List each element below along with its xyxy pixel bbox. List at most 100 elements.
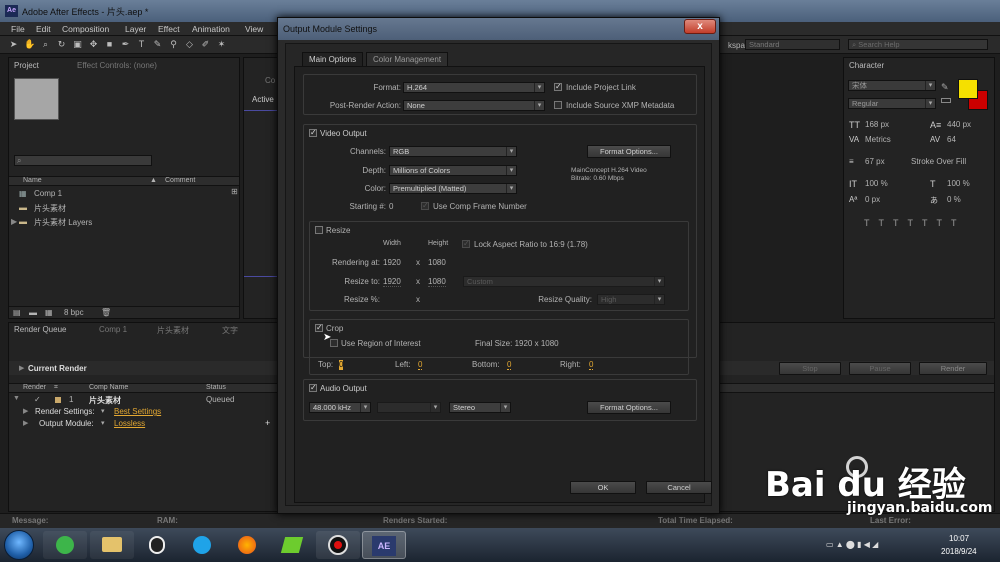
col-status[interactable]: Status <box>206 384 226 391</box>
video-output-checkbox[interactable]: ✓ <box>309 129 317 137</box>
clock-date[interactable]: 2018/9/24 <box>941 547 977 556</box>
project-search-input[interactable]: ⌕ <box>14 155 152 166</box>
roto-brush-tool-icon[interactable]: ✐ <box>200 39 211 50</box>
list-item[interactable]: ▬ 片头素材 <box>19 203 219 213</box>
crop-right-input[interactable]: 0 <box>589 360 594 370</box>
tray-icons[interactable]: ▭ ▲ ⬤ ▮ ◀ ◢ <box>826 540 878 549</box>
pan-behind-tool-icon[interactable]: ✥ <box>88 39 99 50</box>
crop-left-input[interactable]: 0 <box>418 360 423 370</box>
menu-animation[interactable]: Animation <box>192 24 230 34</box>
audio-rate-select[interactable]: 48.000 kHz ▾ <box>309 402 371 413</box>
crop-top-input[interactable]: 0 <box>339 360 344 370</box>
clock-time[interactable]: 10:07 <box>949 534 969 543</box>
include-project-link-checkbox[interactable]: ✓ <box>554 83 562 91</box>
stroke-width-value[interactable]: 67 px <box>865 157 885 166</box>
pause-button[interactable]: Pause <box>849 362 911 375</box>
resize-to-height[interactable]: 1080 <box>428 277 446 287</box>
leading-value[interactable]: 440 px <box>947 120 971 129</box>
post-render-select[interactable]: None ▾ <box>403 100 545 111</box>
render-settings-link[interactable]: Best Settings <box>114 407 161 416</box>
table-row[interactable]: ▼ ✓ 1 片头素材 Queued <box>9 395 279 405</box>
pen-tool-icon[interactable]: ✒ <box>120 39 131 50</box>
cancel-button[interactable]: Cancel <box>646 481 712 494</box>
taskbar-app-icon[interactable] <box>43 531 87 559</box>
bpc-label[interactable]: 8 bpc <box>64 308 84 317</box>
rotate-tool-icon[interactable]: ↻ <box>56 39 67 50</box>
mask-tool-icon[interactable]: ■ <box>104 39 115 50</box>
menu-composition[interactable]: Composition <box>62 24 109 34</box>
tab-comp-3[interactable]: 文字 <box>222 325 238 336</box>
taskbar-app-icon[interactable] <box>135 531 179 559</box>
taskbar-app-icon[interactable]: AE <box>362 531 406 559</box>
output-module-link[interactable]: Lossless <box>114 419 145 428</box>
taskbar-app-icon[interactable] <box>90 531 134 559</box>
new-comp-icon[interactable]: ▦ <box>45 308 53 317</box>
new-folder-icon[interactable]: ▬ <box>29 308 37 317</box>
tsume-value[interactable]: 0 % <box>947 195 961 204</box>
render-button[interactable]: Render <box>919 362 987 375</box>
format-select[interactable]: H.264 ▾ <box>403 82 545 93</box>
ok-button[interactable]: OK <box>570 481 636 494</box>
dropdown-icon[interactable]: ▾ <box>101 407 105 415</box>
col-name[interactable]: Name <box>23 177 42 184</box>
eraser-tool-icon[interactable]: ◇ <box>184 39 195 50</box>
tab-character[interactable]: Character <box>849 61 884 70</box>
tab-main-options[interactable]: Main Options <box>302 52 364 66</box>
taskbar-app-icon[interactable] <box>225 531 269 559</box>
include-xmp-checkbox[interactable] <box>554 101 562 109</box>
menu-edit[interactable]: Edit <box>36 24 51 34</box>
baseline-shift-value[interactable]: 0 px <box>865 195 880 204</box>
menu-file[interactable]: File <box>11 24 25 34</box>
col-comment[interactable]: Comment <box>165 177 195 184</box>
text-style-buttons[interactable]: TTTTTTT <box>864 218 965 228</box>
menu-view[interactable]: View <box>245 24 263 34</box>
render-checkbox[interactable]: ✓ <box>34 395 41 404</box>
audio-depth-select[interactable]: ▾ <box>377 402 441 413</box>
font-family-select[interactable]: 宋体 ▾ <box>848 80 936 91</box>
crop-bottom-input[interactable]: 0 <box>507 360 512 370</box>
menu-effect[interactable]: Effect <box>158 24 180 34</box>
col-render[interactable]: Render <box>23 384 46 391</box>
brush-tool-icon[interactable]: ✎ <box>152 39 163 50</box>
audio-format-options-button[interactable]: Format Options... <box>587 401 671 414</box>
list-item[interactable]: ▦ Comp 1 <box>19 189 219 199</box>
resize-to-width[interactable]: 1920 <box>383 277 401 287</box>
hand-tool-icon[interactable]: ✋ <box>24 39 35 50</box>
font-size-value[interactable]: 168 px <box>865 120 889 129</box>
color-select[interactable]: Premultiplied (Matted) ▾ <box>389 183 517 194</box>
horizontal-scale-value[interactable]: 100 % <box>947 179 970 188</box>
add-output-icon[interactable]: + <box>265 418 270 428</box>
start-button-icon[interactable] <box>4 530 34 560</box>
expand-arrow-icon[interactable]: ▶ <box>11 217 17 226</box>
resize-checkbox[interactable] <box>315 226 323 234</box>
vertical-scale-value[interactable]: 100 % <box>865 179 888 188</box>
tab-comp-1[interactable]: Comp 1 <box>99 325 127 334</box>
taskbar-app-icon[interactable] <box>270 531 314 559</box>
taskbar-app-icon[interactable] <box>180 531 224 559</box>
none-swatch[interactable] <box>941 98 951 103</box>
font-style-select[interactable]: Regular ▾ <box>848 98 936 109</box>
selection-tool-icon[interactable]: ➤ <box>8 39 19 50</box>
interpret-footage-icon[interactable]: ▤ <box>13 308 21 317</box>
lock-aspect-checkbox[interactable]: ✓ <box>462 240 470 248</box>
use-roi-checkbox[interactable] <box>330 339 338 347</box>
puppet-tool-icon[interactable]: ✶ <box>216 39 227 50</box>
tab-comp[interactable]: Co <box>265 76 275 85</box>
channels-select[interactable]: RGB ▾ <box>389 146 517 157</box>
search-help-input[interactable]: ⌕ Search Help <box>848 39 988 50</box>
starting-number-value[interactable]: 0 <box>389 202 393 211</box>
label-color-swatch[interactable] <box>55 397 61 403</box>
use-comp-frame-checkbox[interactable]: ✓ <box>421 202 429 210</box>
kerning-value[interactable]: Metrics <box>865 135 891 144</box>
close-button[interactable]: x <box>684 19 716 34</box>
camera-tool-icon[interactable]: ▣ <box>72 39 83 50</box>
stop-button[interactable]: Stop <box>779 362 841 375</box>
zoom-tool-icon[interactable]: ⌕ <box>40 39 51 50</box>
clone-tool-icon[interactable]: ⚲ <box>168 39 179 50</box>
eyedropper-icon[interactable]: ✎ <box>941 82 949 93</box>
resize-preset-select[interactable]: Custom ▾ <box>463 276 665 287</box>
col-comp-name[interactable]: Comp Name <box>89 384 128 391</box>
trash-icon[interactable]: 🗑 <box>101 308 111 317</box>
flowchart-icon[interactable]: ⊞ <box>231 187 239 196</box>
crop-checkbox[interactable]: ✓ <box>315 324 323 332</box>
